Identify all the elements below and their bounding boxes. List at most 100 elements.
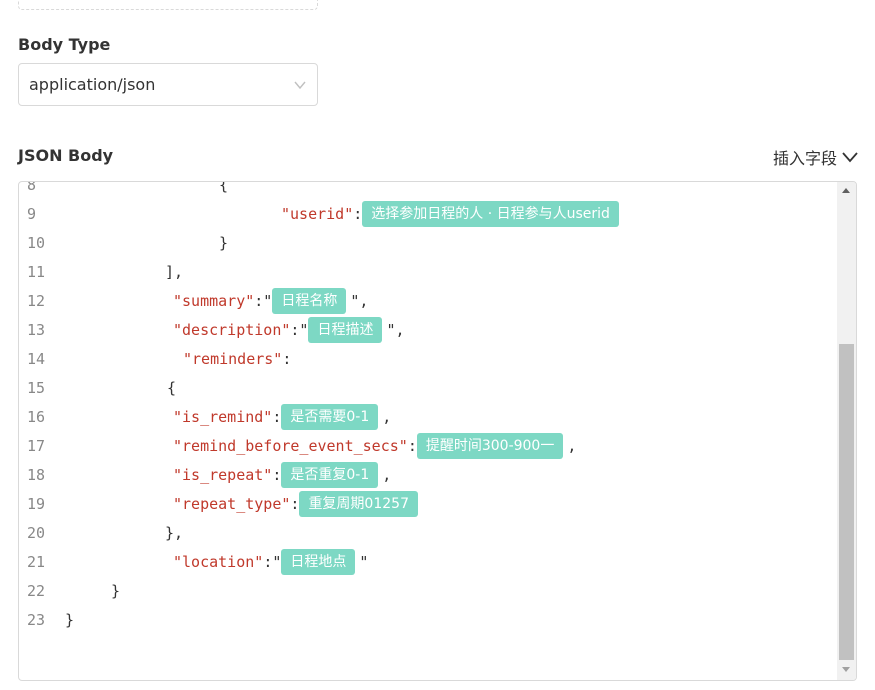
json-punctuation: } [219,234,229,252]
line-number: 8 [27,182,37,194]
code-line: 23} [19,606,837,635]
json-punctuation: : [353,205,363,223]
insert-field-label: 插入字段 [772,149,837,168]
code-line: 21 "location":" 日程地点 " [19,548,837,577]
json-punctuation: , [382,466,392,484]
code-line: 15 { [19,374,837,403]
code-line: 8{ [19,182,837,200]
json-key: "repeat_type" [173,495,291,513]
code-content: "summary":" 日程名称 ", [173,287,368,316]
json-punctuation: : [272,408,282,426]
json-punctuation: , [567,437,577,455]
json-key: "userid" [281,205,354,223]
code-content: "userid": 选择参加日程的人 · 日程参与人userid [281,200,619,229]
body-type-select-value: application/json [29,75,156,94]
json-punctuation: , [382,408,392,426]
json-punctuation: { [219,182,229,194]
body-type-label: Body Type [18,35,111,54]
json-key: "summary" [173,292,255,310]
field-token-chip[interactable]: 日程地点 [281,548,356,575]
code-line: 13 "description":" 日程描述 ", [19,316,837,345]
line-number: 23 [27,611,46,629]
code-content: "remind_before_event_secs": 提醒时间300-900一, [173,432,576,461]
line-number: 13 [27,321,46,339]
field-token-chip[interactable]: 日程描述 [308,316,383,343]
code-content: { [167,374,176,403]
chevron-down-icon [842,152,858,163]
json-body-editor[interactable]: 8{9 "userid": 选择参加日程的人 · 日程参与人userid 10} 11]… [18,181,857,681]
line-number: 17 [27,437,46,455]
line-number: 20 [27,524,46,542]
code-content: }, [165,519,183,548]
editor-scrollbar[interactable] [837,182,856,680]
line-number: 16 [27,408,46,426]
json-punctuation: : [272,466,282,484]
code-content: ], [165,258,183,287]
json-punctuation: : [407,437,417,455]
json-body-label: JSON Body [18,146,114,165]
json-key: "description" [173,321,291,339]
code-line: 14 "reminders": [19,345,837,374]
field-token-chip[interactable]: 是否重复0-1 [281,461,379,488]
code-content: } [219,229,228,258]
scroll-up-arrow-icon[interactable] [842,188,850,193]
code-line: 9 "userid": 选择参加日程的人 · 日程参与人userid [19,200,837,229]
field-token-chip[interactable]: 日程名称 [272,287,347,314]
code-content: } [65,606,74,635]
json-punctuation: :" [290,321,309,339]
field-token-chip[interactable]: 提醒时间300-900一 [416,432,564,459]
body-type-select[interactable]: application/json [18,63,318,106]
json-key: "remind_before_event_secs" [173,437,408,455]
code-line: 11], [19,258,837,287]
json-key: "location" [173,553,264,571]
line-number: 21 [27,553,46,571]
json-punctuation: : [290,495,300,513]
json-punctuation: ", [386,321,405,339]
scroll-down-arrow-icon[interactable] [842,667,850,672]
previous-input-field[interactable] [18,0,318,10]
code-line: 22} [19,577,837,606]
field-token-chip[interactable]: 选择参加日程的人 · 日程参与人userid [362,200,619,227]
line-number: 15 [27,379,46,397]
code-content: "is_repeat": 是否重复0-1, [173,461,391,490]
insert-field-dropdown[interactable]: 插入字段 [773,145,859,169]
json-punctuation: :" [263,553,282,571]
field-token-chip[interactable]: 是否需要0-1 [281,403,379,430]
code-line: 10} [19,229,837,258]
line-number: 9 [27,205,37,223]
code-area[interactable]: 8{9 "userid": 选择参加日程的人 · 日程参与人userid 10} 11]… [19,182,837,680]
json-key: "is_remind" [173,408,273,426]
code-line: 12 "summary":" 日程名称 ", [19,287,837,316]
code-content: "location":" 日程地点 " [173,548,368,577]
json-key: "reminders" [183,350,283,368]
line-number: 19 [27,495,46,513]
json-punctuation: ], [165,263,184,281]
line-number: 11 [27,263,46,281]
code-content: "description":" 日程描述 ", [173,316,405,345]
code-line: 18 "is_repeat": 是否重复0-1, [19,461,837,490]
code-content: } [111,577,120,606]
line-number: 22 [27,582,46,600]
line-number: 14 [27,350,46,368]
code-line: 17 "remind_before_event_secs": 提醒时间300-900… [19,432,837,461]
json-punctuation: :" [254,292,273,310]
json-punctuation: " [359,553,369,571]
line-number: 12 [27,292,46,310]
json-punctuation: ", [350,292,369,310]
json-punctuation: { [167,379,177,397]
code-line: 20}, [19,519,837,548]
code-content: { [219,182,228,200]
json-punctuation: : [282,350,292,368]
code-line: 16 "is_remind": 是否需要0-1, [19,403,837,432]
chevron-down-icon [294,81,306,90]
code-line: 19 "repeat_type": 重复周期01257 [19,490,837,519]
scrollbar-thumb[interactable] [839,344,854,660]
json-punctuation: } [111,582,121,600]
code-content: "repeat_type": 重复周期01257 [173,490,418,519]
line-number: 10 [27,234,46,252]
field-token-chip[interactable]: 重复周期01257 [299,490,418,517]
json-punctuation: } [65,611,75,629]
line-number: 18 [27,466,46,484]
code-content: "reminders": [183,345,291,374]
json-punctuation: }, [165,524,184,542]
